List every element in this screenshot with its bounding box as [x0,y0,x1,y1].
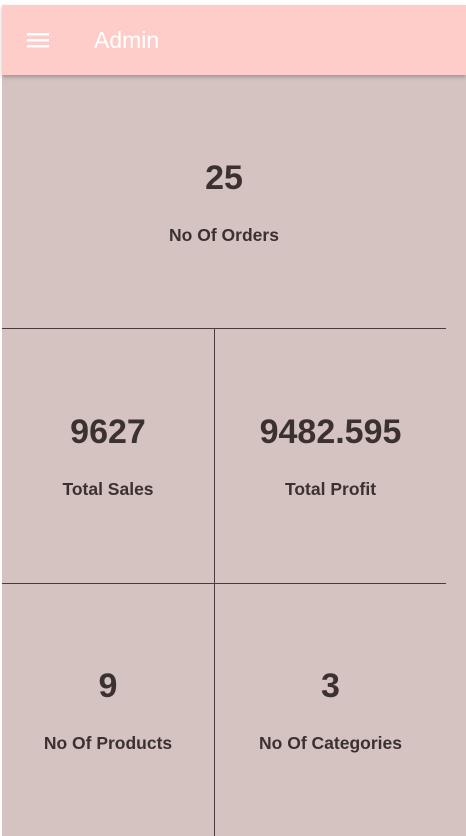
profit-label: Total Profit [284,479,377,499]
sales-card[interactable]: 9627 Total Sales [2,329,214,583]
orders-count: 25 [205,158,243,197]
dashboard-grid: 25 No Of Orders 9627 Total Sales 9482.59… [2,75,466,836]
orders-card[interactable]: 25 No Of Orders [2,75,446,328]
hamburger-menu-icon[interactable] [26,29,52,51]
sales-label: Total Sales [62,479,154,499]
products-card[interactable]: 9 No Of Products [2,584,214,836]
page-title: Admin [94,27,160,53]
profit-card[interactable]: 9482.595 Total Profit [215,329,446,583]
categories-label: No Of Categories [259,733,402,753]
admin-screen: Admin 25 No Of Orders 9627 Total Sales 9… [0,0,466,836]
categories-card[interactable]: 3 No Of Categories [215,584,446,836]
products-count: 9 [98,667,118,705]
divider-vertical [214,328,215,836]
sales-total: 9627 [70,413,146,451]
categories-count: 3 [321,667,340,705]
app-bar: Admin [2,5,466,75]
products-label: No Of Products [43,733,173,753]
profit-total: 9482.595 [259,413,402,451]
orders-label: No Of Orders [169,224,279,245]
